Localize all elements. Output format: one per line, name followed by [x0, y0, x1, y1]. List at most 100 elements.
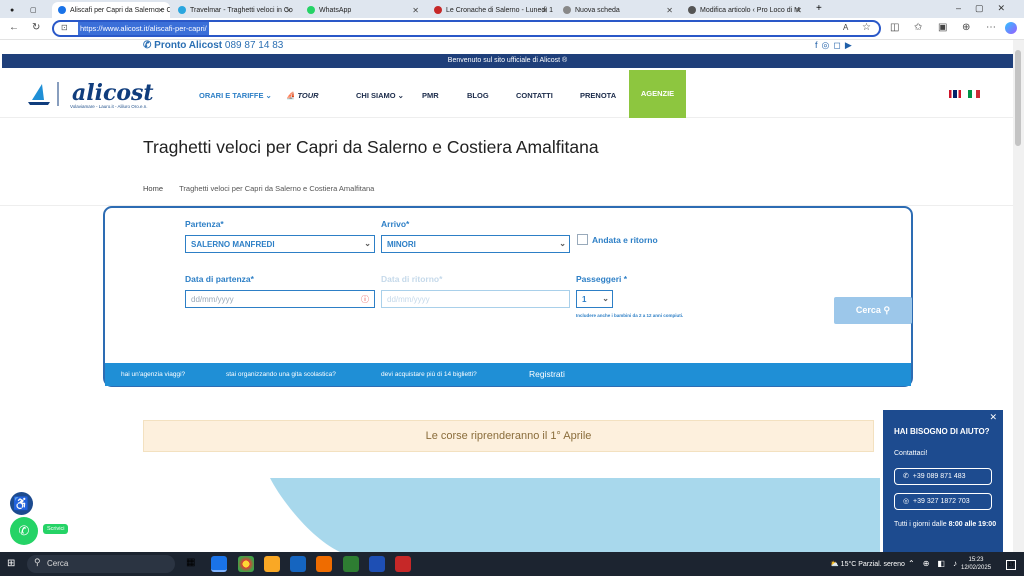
- link-agenzia[interactable]: hai un'agenzia viaggi?: [121, 371, 185, 378]
- clock-date: 12/02/2025: [961, 565, 992, 571]
- clock[interactable]: 15:23 12/02/2025: [961, 556, 991, 572]
- url-text[interactable]: https://www.alicost.it/aliscafi-per-capr…: [78, 22, 209, 35]
- flag-it-icon[interactable]: [968, 90, 980, 98]
- nav-contatti[interactable]: CONTATTI: [516, 91, 553, 100]
- browser-tab[interactable]: Travelmar - Traghetti veloci in Co ✕: [172, 2, 298, 18]
- whatsapp-social-icon[interactable]: ◎: [822, 40, 834, 50]
- close-tab-icon[interactable]: ✕: [285, 6, 292, 15]
- chevron-down-icon: ⌄: [364, 239, 371, 248]
- tab-favicon-icon: [58, 6, 66, 14]
- copilot-icon[interactable]: [1005, 22, 1017, 34]
- nav-orari-tariffe[interactable]: ORARI E TARIFFE ⌄: [199, 91, 272, 100]
- taskbar-search[interactable]: Cerca: [27, 555, 175, 573]
- help-contact: Contattaci!: [894, 450, 928, 457]
- search-icon: ⚲: [34, 557, 41, 567]
- settings-more-icon[interactable]: ⋯: [986, 22, 996, 34]
- favorites-icon[interactable]: ✩: [914, 22, 922, 34]
- help-whatsapp-button[interactable]: ◎ +39 327 1872 703: [894, 493, 992, 510]
- edge-taskbar-icon[interactable]: [211, 556, 227, 572]
- weather-widget[interactable]: ⛅ 15°C Parzial. sereno: [830, 560, 905, 568]
- flag-uk-icon[interactable]: [949, 90, 961, 98]
- close-tab-icon[interactable]: ✕: [795, 6, 802, 15]
- favorite-star-icon[interactable]: ☆: [862, 22, 871, 34]
- partenza-select[interactable]: SALERNO MANFREDI ⌄: [185, 235, 375, 253]
- browser-tab[interactable]: WhatsApp ✕: [301, 2, 425, 18]
- collections-icon[interactable]: ▣: [938, 22, 947, 34]
- scrivici-label[interactable]: Scrivici: [43, 524, 69, 534]
- extensions-icon[interactable]: ⊕: [962, 22, 970, 34]
- refresh-icon[interactable]: ↻: [32, 22, 40, 34]
- data-ritorno-input[interactable]: dd/mm/yyyy: [381, 290, 570, 308]
- passeggeri-select[interactable]: 1 ⌄: [576, 290, 613, 308]
- close-tab-icon[interactable]: ✕: [666, 6, 673, 15]
- close-icon[interactable]: ✕: [989, 412, 997, 423]
- back-icon[interactable]: ←: [9, 22, 19, 34]
- vlc-taskbar-icon[interactable]: [316, 556, 332, 572]
- passeggeri-note: Includere anche i bambini da 2 a 12 anni…: [576, 313, 684, 318]
- breadcrumb-home[interactable]: Home: [143, 184, 163, 193]
- link-14-biglietti[interactable]: devi acquistare più di 14 biglietti?: [381, 371, 477, 378]
- passeggeri-value: 1: [582, 295, 587, 304]
- nav-tour[interactable]: ⛵ TOUR: [286, 91, 319, 100]
- taskbar-search-label: Cerca: [47, 559, 69, 568]
- app-taskbar-icon[interactable]: [395, 556, 411, 572]
- tab-favicon-icon: [563, 6, 571, 14]
- windows-start-icon[interactable]: ⊞: [7, 558, 15, 569]
- link-gita-scolastica[interactable]: stai organizzando una gita scolastica?: [226, 371, 336, 378]
- registrati-link[interactable]: Registrati: [529, 369, 565, 379]
- browser-tab[interactable]: Aliscafi per Capri da Salerno e Co ✕: [52, 2, 170, 18]
- browser-tab[interactable]: Le Cronache di Salerno - Lunedì 1 ✕: [428, 2, 554, 18]
- search-button[interactable]: Cerca ⚲: [834, 297, 912, 324]
- notice-box: Le corse riprenderanno il 1° Aprile: [143, 420, 874, 452]
- close-tab-icon[interactable]: ✕: [157, 6, 164, 15]
- logo-mark-icon: [28, 82, 59, 106]
- help-hours: Tutti i giorni dalle 8:00 alle 19:00: [894, 519, 999, 530]
- andata-ritorno-checkbox[interactable]: [577, 234, 588, 245]
- logo-tagline: Volaviamare - Lauro.it - Aliluro Oro.e.n…: [70, 104, 148, 109]
- whatsapp-icon: ◎: [903, 498, 910, 505]
- help-phone-button[interactable]: ✆ +39 089 871 483: [894, 468, 992, 485]
- data-partenza-label: Data di partenza*: [185, 274, 254, 284]
- instagram-icon[interactable]: ◻: [833, 40, 844, 50]
- store-taskbar-icon[interactable]: [264, 556, 280, 572]
- chrome-taskbar-icon[interactable]: [238, 556, 254, 572]
- split-screen-icon[interactable]: ◫: [890, 22, 899, 34]
- arrivo-select[interactable]: MINORI ⌄: [381, 235, 570, 253]
- browser-tab[interactable]: Nuova scheda ✕: [557, 2, 679, 18]
- data-ritorno-label: Data di ritorno*: [381, 274, 443, 284]
- close-tab-icon[interactable]: ✕: [412, 6, 419, 15]
- word-taskbar-icon[interactable]: [369, 556, 385, 572]
- new-tab-button[interactable]: +: [816, 3, 822, 14]
- window-controls[interactable]: –▢✕: [956, 3, 1019, 14]
- nav-chi-siamo[interactable]: CHI SIAMO ⌄: [356, 91, 404, 100]
- profile-icon[interactable]: ●: [4, 2, 22, 18]
- nav-pmr[interactable]: PMR: [422, 91, 439, 100]
- accessibility-icon[interactable]: ♿: [10, 492, 33, 515]
- tab-actions-icon[interactable]: ▢: [24, 2, 40, 18]
- search-icon: ⚲: [883, 305, 891, 315]
- nav-blog[interactable]: BLOG: [467, 91, 489, 100]
- browser-tab[interactable]: Modifica articolo ‹ Pro Loco di M ✕: [682, 2, 808, 18]
- outlook-taskbar-icon[interactable]: [290, 556, 306, 572]
- nav-agenzie[interactable]: AGENZIE: [629, 70, 686, 118]
- help-title: HAI BISOGNO DI AIUTO?: [894, 427, 990, 436]
- excel-taskbar-icon[interactable]: [343, 556, 359, 572]
- notifications-icon[interactable]: 17: [1006, 560, 1016, 570]
- site-info-icon[interactable]: ⊡: [61, 23, 68, 32]
- youtube-icon[interactable]: ▶: [845, 40, 856, 50]
- scrollbar-thumb[interactable]: [1015, 50, 1021, 146]
- task-view-icon[interactable]: ▦: [186, 557, 195, 568]
- partenza-value: SALERNO MANFREDI: [191, 240, 275, 249]
- whatsapp-chat-button[interactable]: ✆: [10, 517, 38, 545]
- welcome-banner: Benvenuto sul sito ufficiale di Alicost …: [2, 54, 1013, 68]
- system-tray-icons[interactable]: ⌃⊕◧♪: [908, 559, 965, 568]
- arrivo-label: Arrivo*: [381, 219, 410, 229]
- read-aloud-icon[interactable]: A: [843, 22, 848, 34]
- error-icon: ⓘ: [361, 295, 369, 304]
- alicost-logo[interactable]: alicost Volaviamare - Lauro.it - Aliluro…: [28, 80, 154, 111]
- tab-label: Travelmar - Traghetti veloci in Co: [190, 6, 293, 14]
- close-tab-icon[interactable]: ✕: [541, 6, 548, 15]
- pronto-alicost[interactable]: ✆ Pronto Alicost 089 87 14 83: [143, 40, 283, 51]
- data-partenza-input[interactable]: dd/mm/yyyy ⓘ: [185, 290, 375, 308]
- nav-prenota[interactable]: PRENOTA: [580, 91, 616, 100]
